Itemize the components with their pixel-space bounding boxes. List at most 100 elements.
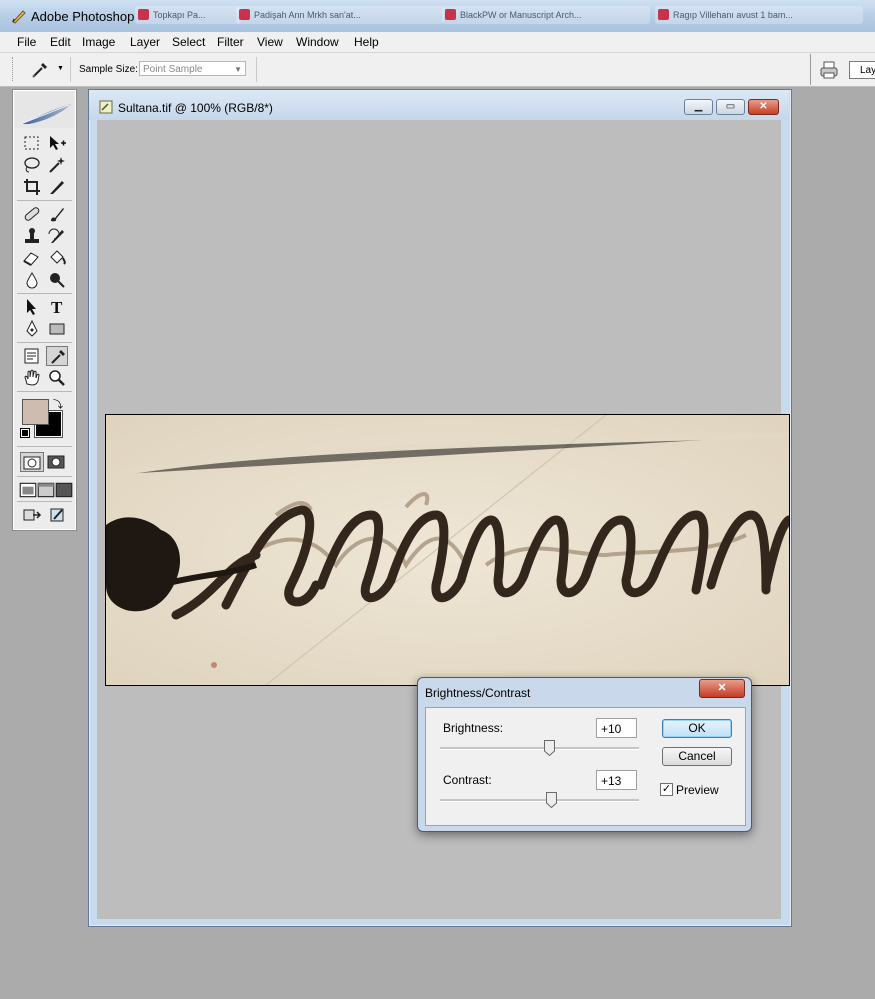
cancel-button[interactable]: Cancel — [662, 747, 732, 766]
move-tool-icon[interactable] — [46, 133, 68, 153]
paint-bucket-icon[interactable] — [46, 248, 68, 268]
slice-tool-icon[interactable] — [46, 177, 68, 197]
print-icon[interactable] — [818, 60, 840, 80]
divider — [70, 57, 71, 82]
pin-icon — [445, 9, 456, 20]
menu-help[interactable]: Help — [354, 35, 379, 49]
brightness-label: Brightness: — [443, 721, 504, 735]
type-tool-icon[interactable]: T — [46, 297, 68, 317]
document-title-bar[interactable]: Sultana.tif @ 100% (RGB/8*) ▁ ▭ ✕ — [89, 90, 789, 120]
menu-bar: File Edit Image Layer Select Filter View… — [0, 32, 875, 53]
preview-label: Preview — [676, 783, 719, 797]
zoom-tool-icon[interactable] — [46, 368, 68, 388]
taskbar-ghost-tab: Ragıp Villehanı avust 1 bam... — [655, 6, 863, 24]
eyedropper-icon[interactable] — [30, 60, 50, 80]
blur-tool-icon[interactable] — [21, 270, 43, 290]
brush-tool-icon[interactable] — [46, 204, 68, 224]
brightness-slider-thumb[interactable] — [543, 740, 555, 756]
photoshop-feather-icon — [12, 10, 26, 24]
svg-text:T: T — [51, 298, 63, 317]
close-button[interactable]: ✕ — [748, 99, 779, 115]
marquee-tool-icon[interactable] — [21, 133, 43, 153]
notes-tool-icon[interactable] — [21, 346, 43, 366]
dialog-body: Brightness: +10 Contrast: +13 OK Cancel … — [425, 707, 746, 826]
divider — [17, 342, 72, 343]
crop-tool-icon[interactable] — [21, 177, 43, 197]
taskbar-ghost-tab: Topkapı Pa... — [135, 6, 241, 24]
eraser-icon[interactable] — [21, 248, 43, 268]
close-icon: ✕ — [717, 682, 727, 694]
divider — [17, 391, 72, 392]
pen-tool-icon[interactable] — [21, 319, 43, 339]
app-title-bar: Adobe Photoshop Topkapı Pa... Padişah An… — [0, 0, 875, 33]
taskbar-ghost-tab: BlackPW or Manuscript Arch... — [442, 6, 650, 24]
minimize-icon: ▁ — [694, 101, 703, 112]
manuscript-script-image — [106, 415, 789, 685]
menu-image[interactable]: Image — [82, 35, 115, 49]
standard-mode-icon[interactable] — [20, 452, 44, 472]
menu-view[interactable]: View — [257, 35, 283, 49]
minimize-button[interactable]: ▁ — [684, 99, 713, 115]
contrast-label: Contrast: — [443, 773, 492, 787]
contrast-input[interactable]: +13 — [596, 770, 637, 790]
document-title: Sultana.tif @ 100% (RGB/8*) — [118, 101, 273, 115]
toolbox-header[interactable] — [15, 92, 74, 128]
clone-stamp-icon[interactable] — [21, 226, 43, 246]
brightness-slider-track[interactable] — [440, 747, 639, 750]
preview-checkbox[interactable]: ✓ — [660, 783, 673, 796]
sample-size-select[interactable]: Point Sample ▼ — [139, 61, 246, 76]
dialog-close-button[interactable]: ✕ — [699, 679, 745, 698]
brightness-contrast-dialog: Brightness/Contrast ✕ Brightness: +10 Co… — [417, 677, 752, 832]
divider — [256, 57, 257, 82]
eyedropper-tool-icon[interactable] — [46, 346, 68, 366]
pin-icon — [138, 9, 149, 20]
full-screen-menu-icon[interactable] — [35, 480, 55, 498]
pin-icon — [658, 9, 669, 20]
dialog-title: Brightness/Contrast — [425, 686, 531, 700]
healing-brush-icon[interactable] — [21, 204, 43, 224]
jump-to-imageready-icon[interactable] — [21, 505, 43, 525]
imageready-icon[interactable] — [46, 505, 68, 525]
quick-mask-icon[interactable] — [45, 452, 69, 472]
menu-filter[interactable]: Filter — [217, 35, 244, 49]
full-screen-icon[interactable] — [53, 480, 73, 498]
maximize-button[interactable]: ▭ — [716, 99, 745, 115]
path-selection-icon[interactable] — [21, 297, 43, 317]
dodge-tool-icon[interactable] — [46, 270, 68, 290]
history-brush-icon[interactable] — [46, 226, 68, 246]
sample-size-label: Sample Size: — [79, 64, 138, 75]
options-bar-grip[interactable] — [12, 57, 16, 81]
photoshop-app: Adobe Photoshop Topkapı Pa... Padişah An… — [0, 0, 875, 999]
hand-tool-icon[interactable] — [21, 368, 43, 388]
contrast-slider-track[interactable] — [440, 799, 639, 802]
rectangle-tool-icon[interactable] — [46, 319, 68, 339]
chevron-down-icon: ▼ — [234, 65, 242, 74]
divider — [17, 476, 72, 477]
layers-palette-tab[interactable]: Lay — [849, 61, 875, 79]
menu-select[interactable]: Select — [172, 35, 205, 49]
taskbar-ghost-tab: Padişah Ann Mrkh san'at... — [236, 6, 444, 24]
divider — [17, 501, 72, 502]
menu-edit[interactable]: Edit — [50, 35, 71, 49]
menu-layer[interactable]: Layer — [130, 35, 160, 49]
manuscript-image[interactable] — [105, 414, 790, 686]
close-icon: ✕ — [759, 101, 768, 112]
maximize-icon: ▭ — [725, 101, 736, 112]
ok-button[interactable]: OK — [662, 719, 732, 738]
menu-file[interactable]: File — [17, 35, 36, 49]
app-title: Adobe Photoshop — [31, 9, 135, 24]
standard-screen-mode-icon[interactable] — [17, 480, 37, 498]
contrast-slider-thumb[interactable] — [545, 792, 557, 808]
toolbox: T ⤵ — [12, 89, 77, 531]
sample-size-value: Point Sample — [143, 64, 203, 75]
lasso-tool-icon[interactable] — [21, 155, 43, 175]
foreground-color-swatch[interactable] — [22, 399, 49, 425]
brightness-input[interactable]: +10 — [596, 718, 637, 738]
menu-window[interactable]: Window — [296, 35, 339, 49]
tool-preset-arrow-icon[interactable]: ▼ — [57, 65, 64, 72]
default-colors-icon[interactable] — [20, 428, 30, 438]
pin-icon — [239, 9, 250, 20]
divider — [17, 446, 72, 447]
swap-colors-icon[interactable]: ⤵ — [53, 396, 63, 411]
magic-wand-icon[interactable] — [46, 155, 68, 175]
